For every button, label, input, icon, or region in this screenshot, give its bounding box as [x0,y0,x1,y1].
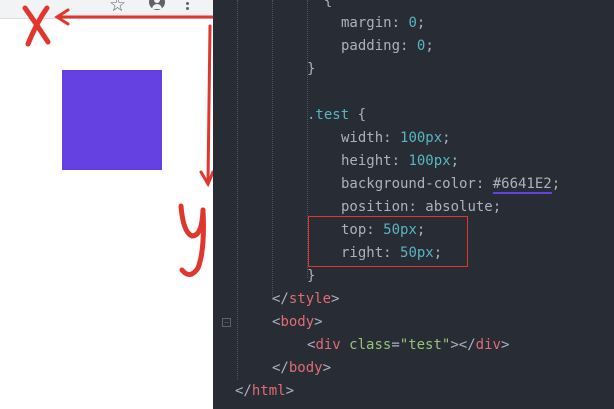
css-property: background-color [341,176,476,192]
code-line: height: 100px; [341,153,460,169]
code-line: margin: 0; [341,15,426,31]
html-tag: div [315,337,341,353]
html-tag: style [288,291,332,307]
html-tag: body [288,360,323,376]
code-editor[interactable]: − { margin: 0; padding: 0; } .test { wid… [213,0,614,409]
code-line: } [307,58,315,81]
code-line: </style> [272,291,340,307]
css-property: margin [341,15,392,31]
css-value: 100px [400,130,443,146]
html-tag: body [280,314,315,330]
y-arrow [206,24,212,184]
code-text: { [349,107,367,123]
highlight-box [308,216,468,267]
css-selector: .test [307,107,350,123]
css-property: padding [341,38,401,54]
indent-guide [272,0,273,300]
browser-preview: ☆ [0,0,213,409]
code-text: } [307,61,316,77]
css-value: 0 [408,15,417,31]
css-property: height [341,153,392,169]
code-line: </body> [272,360,332,376]
css-color-value: #6641E2 [492,176,552,194]
indent-guide [237,0,238,380]
axis-annotations [22,5,213,277]
code-text: } [307,268,316,284]
code-line: .test { [307,104,366,127]
code-line: <div class="test"></div> [307,337,510,353]
code-line: padding: 0; [341,38,434,54]
y-label-icon [178,203,206,277]
css-property: position [341,199,409,215]
code-text: { [307,0,333,9]
html-attribute: class [349,337,392,353]
code-line: background-color: #6641E2; [341,176,561,194]
code-line: width: 100px; [341,130,451,146]
code-line: </html> [235,383,295,399]
x-label-icon [22,5,51,47]
code-line: <body> [272,314,323,330]
css-property: width [341,130,384,146]
code-line: { [307,0,332,13]
fold-icon[interactable]: − [222,318,231,327]
html-tag: html [251,383,286,399]
css-value: absolute [425,199,493,215]
html-tag: div [475,337,501,353]
code-line: } [307,265,315,288]
html-attribute-value: "test" [399,337,451,353]
css-value: 100px [408,153,451,169]
